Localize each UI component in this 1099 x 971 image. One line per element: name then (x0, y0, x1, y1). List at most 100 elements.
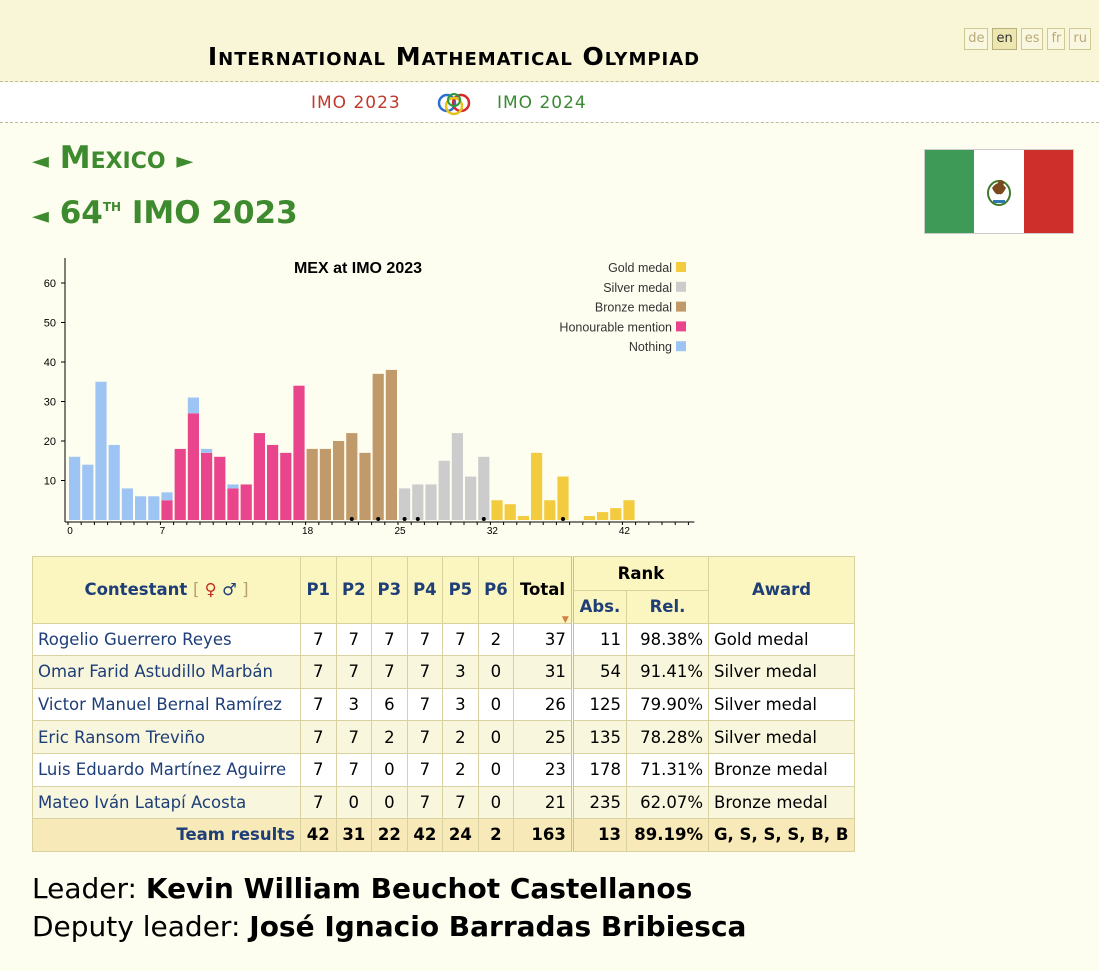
gender-filter: [ ♀ ♂ ] (193, 580, 249, 599)
bar-hm-17 (293, 385, 305, 520)
score-cell: 7 (406, 785, 444, 820)
contestant-name-link[interactable]: Luis Eduardo Martínez Aguirre (32, 752, 301, 787)
bar-nothing-6 (148, 496, 160, 520)
bar-silver-30 (465, 476, 477, 520)
award-header[interactable]: Award (708, 556, 855, 624)
x-tick-label: 7 (160, 526, 166, 537)
score-cell: 7 (406, 687, 444, 722)
next-country-arrow-icon[interactable]: ► (176, 149, 193, 174)
team-score-cell: 42 (406, 818, 444, 852)
contestant-name-link[interactable]: Victor Manuel Bernal Ramírez (32, 687, 301, 722)
score-cell: 7 (335, 655, 373, 689)
bar-hm-16 (280, 452, 292, 520)
site-title[interactable]: International Mathematical Olympiad (0, 42, 908, 71)
p4-header[interactable]: P4 (406, 556, 444, 624)
chart-title: MEX at IMO 2023 (294, 260, 422, 277)
bar-silver-26 (412, 484, 424, 520)
bar-nothing-3 (108, 444, 120, 520)
contestant-name-link[interactable]: Rogelio Guerrero Reyes (32, 622, 301, 657)
bar-gold-37 (557, 476, 569, 520)
x-tick-label: 25 (394, 526, 406, 537)
bar-nothing-9 (187, 397, 199, 414)
contestant-marker (402, 517, 407, 521)
bar-nothing-1 (82, 464, 94, 520)
contestant-header[interactable]: Contestant [ ♀ ♂ ] (32, 556, 301, 624)
bar-bronze-23 (372, 373, 384, 520)
deputy-leader-label: Deputy leader: (32, 910, 241, 943)
team-score-cell: 42 (300, 818, 337, 852)
edition-nav: IMO 2023 IMO 2024 (0, 83, 1099, 123)
rank-rel-cell: 62.07% (625, 785, 710, 820)
total-header[interactable]: Total ▼ (513, 556, 573, 625)
leader-name: Kevin William Beuchot Castellanos (145, 872, 693, 905)
total-cell: 31 (513, 655, 573, 689)
award-cell: Silver medal (708, 655, 855, 689)
p1-header[interactable]: P1 (300, 556, 337, 624)
lang-ru-link[interactable]: ru (1069, 28, 1091, 50)
bar-silver-27 (425, 484, 437, 520)
imo-rings-logo-icon[interactable] (436, 92, 472, 120)
lang-es-link[interactable]: es (1020, 28, 1044, 50)
bar-bronze-21 (346, 433, 358, 520)
score-cell: 0 (371, 752, 408, 787)
prev-imo-link[interactable]: IMO 2023 (311, 93, 401, 113)
flag-stripe-white (974, 150, 1024, 233)
score-cell: 0 (477, 687, 515, 722)
score-cell: 2 (442, 752, 479, 787)
country-heading: ◄ Mexico ► (32, 140, 193, 176)
score-cell: 7 (371, 655, 408, 689)
deputy-leader-name: José Ignacio Barradas Bribiesca (249, 910, 747, 943)
female-icon[interactable]: ♀ (205, 580, 217, 599)
contestant-marker (481, 517, 486, 521)
bar-nothing-2 (95, 381, 107, 520)
total-cell: 21 (513, 785, 573, 820)
bar-hm-10 (201, 452, 213, 520)
bar-hm-13 (240, 484, 252, 520)
male-icon[interactable]: ♂ (222, 580, 237, 599)
rank-rel-cell: 91.41% (625, 655, 710, 689)
contestant-marker (349, 517, 354, 521)
score-cell: 7 (335, 622, 373, 657)
p5-header[interactable]: P5 (442, 556, 479, 624)
score-cell: 0 (335, 785, 373, 820)
contestant-name-link[interactable]: Eric Ransom Treviño (32, 720, 301, 754)
p3-header[interactable]: P3 (371, 556, 408, 624)
team-results-label: Team results (32, 818, 301, 852)
score-cell: 3 (335, 687, 373, 722)
bar-gold-39 (583, 516, 595, 520)
contestant-marker (376, 517, 381, 521)
score-cell: 0 (477, 785, 515, 820)
score-cell: 7 (300, 687, 337, 722)
team-score-cell: 22 (371, 818, 408, 852)
prev-edition-arrow-icon[interactable]: ◄ (32, 204, 49, 229)
y-tick-label: 50 (44, 318, 56, 330)
bar-bronze-18 (306, 448, 318, 520)
gender-bracket-close: ] (242, 580, 249, 600)
bar-gold-36 (544, 500, 556, 520)
p6-header[interactable]: P6 (477, 556, 515, 624)
rank-abs-header[interactable]: Abs. (570, 590, 627, 624)
score-cell: 7 (300, 655, 337, 689)
bar-hm-12 (227, 488, 239, 520)
contestant-name-link[interactable]: Omar Farid Astudillo Marbán (32, 655, 301, 689)
lang-en-link[interactable]: en (992, 28, 1017, 50)
lang-fr-link[interactable]: fr (1047, 28, 1066, 50)
next-imo-link[interactable]: IMO 2024 (497, 93, 587, 113)
team-total-cell: 163 (513, 818, 573, 852)
team-results-row: Team results 42 31 22 42 24 2 163 13 89.… (32, 818, 855, 852)
prev-country-arrow-icon[interactable]: ◄ (32, 149, 49, 174)
contestant-header-label: Contestant (84, 580, 188, 600)
score-cell: 6 (371, 687, 408, 722)
edition-name: IMO 2023 (131, 195, 298, 231)
contestant-name-link[interactable]: Mateo Iván Latapí Acosta (32, 785, 301, 820)
lang-de-link[interactable]: de (964, 28, 989, 50)
y-tick-label: 40 (44, 357, 56, 369)
contestant-marker (415, 517, 420, 521)
bar-nothing-4 (121, 488, 133, 520)
p2-header[interactable]: P2 (335, 556, 373, 624)
bar-gold-32 (491, 500, 503, 520)
score-cell: 7 (406, 622, 444, 657)
total-cell: 25 (513, 720, 573, 754)
rank-rel-header[interactable]: Rel. (625, 590, 710, 624)
bar-nothing-0 (69, 456, 81, 520)
